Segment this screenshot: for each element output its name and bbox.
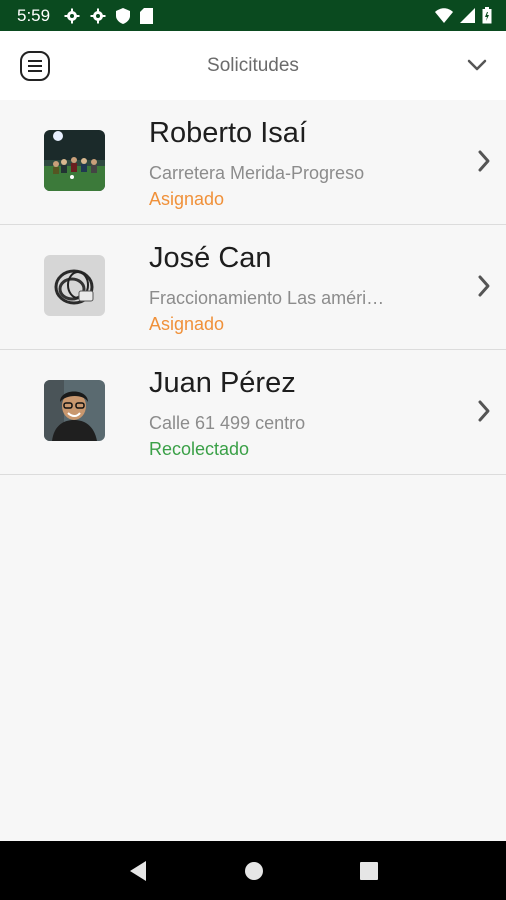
menu-icon <box>28 60 42 72</box>
status-badge: Asignado <box>149 314 225 334</box>
request-address: Carretera Merida-Progreso <box>149 163 365 183</box>
chevron-right-icon <box>478 400 490 422</box>
signal-icon <box>460 8 475 23</box>
request-name: Juan Pérez <box>149 367 296 399</box>
status-badge: Recolectado <box>149 439 250 459</box>
status-time: 5:59 <box>17 5 51 25</box>
app-header: Solicitudes <box>0 31 506 100</box>
wifi-icon <box>435 8 453 23</box>
chevron-right-icon <box>478 275 490 297</box>
sd-card-icon <box>140 7 154 24</box>
chevron-right-icon <box>478 150 490 172</box>
request-name: Roberto Isaí <box>149 117 307 149</box>
shield-icon <box>116 7 131 24</box>
avatar <box>44 130 105 191</box>
avatar <box>44 255 105 316</box>
settings-icon <box>90 8 106 23</box>
chevron-down-icon[interactable] <box>466 54 488 76</box>
navigation-bar <box>0 841 506 900</box>
page-title: Solicitudes <box>207 54 299 76</box>
back-icon[interactable] <box>128 860 148 882</box>
request-address: Fraccionamiento Las américas <box>149 288 389 308</box>
home-icon[interactable] <box>244 861 264 881</box>
request-address: Calle 61 499 centro <box>149 413 306 433</box>
status-badge: Asignado <box>149 189 225 209</box>
settings-icon <box>64 8 80 23</box>
list-item[interactable]: Roberto Isaí Carretera Merida-Progreso A… <box>0 100 506 225</box>
avatar <box>44 380 105 441</box>
status-bar: 5:59 <box>0 0 506 31</box>
request-name: José Can <box>149 242 272 274</box>
recents-icon[interactable] <box>360 861 378 880</box>
menu-button[interactable] <box>20 51 50 81</box>
battery-icon <box>482 7 492 24</box>
request-list: Roberto Isaí Carretera Merida-Progreso A… <box>0 100 506 475</box>
list-item[interactable]: Juan Pérez Calle 61 499 centro Recolecta… <box>0 350 506 475</box>
list-item[interactable]: José Can Fraccionamiento Las américas As… <box>0 225 506 350</box>
